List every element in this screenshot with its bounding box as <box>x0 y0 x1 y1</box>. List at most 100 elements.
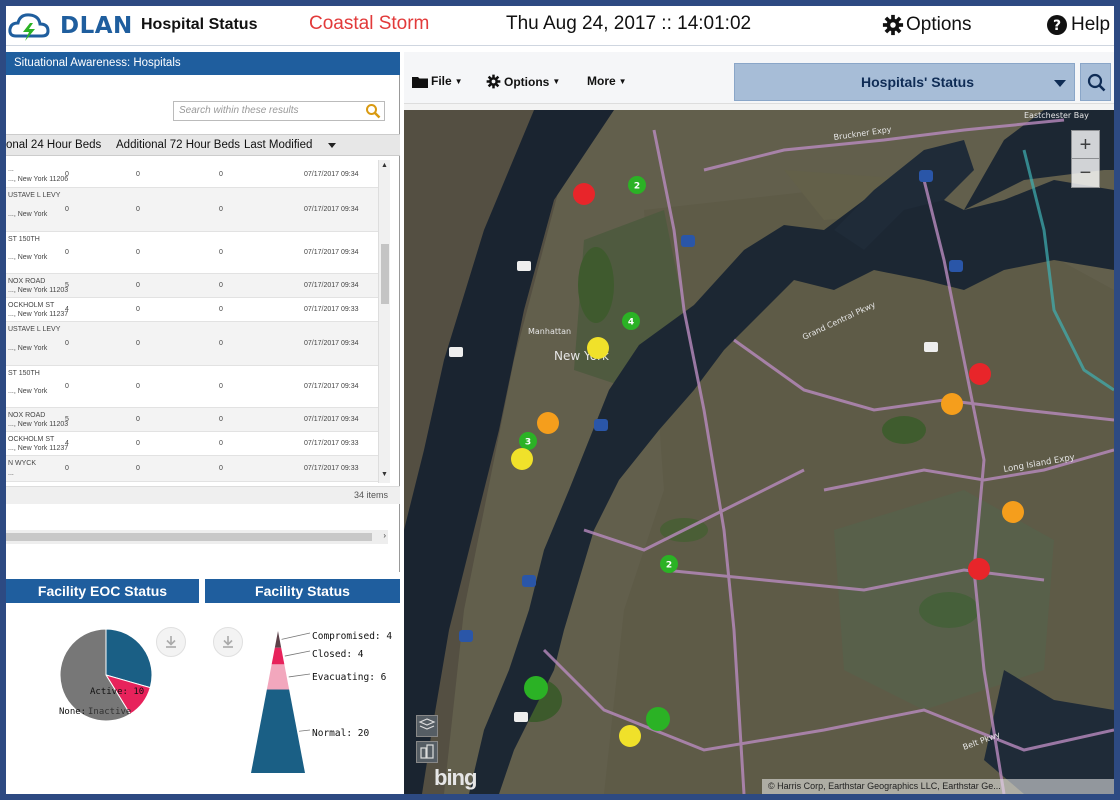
hospital-marker-red[interactable] <box>968 558 990 580</box>
hospital-marker-yellow[interactable] <box>619 725 641 747</box>
hospital-marker-red[interactable] <box>573 183 595 205</box>
panel-title: Situational Awareness: Hospitals <box>6 52 400 75</box>
app-frame: DLAN Hospital Status Coastal Storm Thu A… <box>6 6 1114 794</box>
scroll-down-icon[interactable]: ▼ <box>381 471 388 478</box>
row-facility-name: USTAVE L LEVY <box>8 326 61 333</box>
row-last-modified: 07/17/2017 09:33 <box>304 465 359 472</box>
table-horizontal-scrollbar[interactable]: › <box>6 530 388 544</box>
row-24hr-beds: 5 <box>65 416 69 423</box>
table-row[interactable]: NOX ROAD..., New York 11203 5 0 0 07/17/2017… <box>6 274 378 298</box>
map-options-menu[interactable]: Options ▼ <box>486 74 560 89</box>
table-row[interactable]: ST 150TH ..., New York 0 0 0 07/17/2017 09:34 <box>6 232 378 274</box>
row-facility-address: ..., New York 11203 <box>8 421 69 428</box>
funnel-label-normal: Normal: 20 <box>312 728 369 739</box>
table-row[interactable]: OCKHOLM ST..., New York 11237 4 0 0 07/17/20… <box>6 298 378 322</box>
row-72hr-beds: 0 <box>136 440 140 447</box>
table-row[interactable]: USTAVE L LEVY ..., New York 0 0 0 07/17/2017 … <box>6 188 378 232</box>
funnel-segment-compromised[interactable] <box>274 631 282 648</box>
row-72hr-beds: 0 <box>136 340 140 347</box>
map-type-road-button[interactable] <box>416 715 438 737</box>
hospital-marker-green[interactable] <box>646 707 670 731</box>
gear-icon <box>486 74 501 89</box>
funnel-segment-evacuating[interactable] <box>266 664 290 690</box>
cloud-lightning-icon <box>8 13 50 41</box>
eoc-status-card: Facility EOC Status Active: 10 None: Ina… <box>6 579 199 794</box>
col-24hr-beds[interactable]: onal 24 Hour Beds <box>6 139 101 151</box>
table-row[interactable]: USTAVE L LEVY ..., New York 0 0 0 07/17/2017 … <box>6 322 378 366</box>
row-extra-beds: 0 <box>219 340 223 347</box>
hospital-marker-green[interactable] <box>524 676 548 700</box>
zoom-out-button[interactable]: − <box>1072 159 1099 187</box>
file-menu[interactable]: File ▼ <box>412 74 463 88</box>
page-title: Hospital Status <box>141 16 258 33</box>
help-menu[interactable]: ? Help <box>1046 12 1110 38</box>
funnel-segment-normal[interactable] <box>251 689 305 773</box>
row-last-modified: 07/17/2017 09:34 <box>304 249 359 256</box>
col-last-modified[interactable]: Last Modified <box>244 139 312 151</box>
col-72hr-beds[interactable]: Additional 72 Hour Beds <box>116 139 240 151</box>
funnel-segment-closed[interactable] <box>271 647 285 665</box>
hospital-marker-orange[interactable] <box>537 412 559 434</box>
search-icon[interactable] <box>365 103 381 119</box>
map-label-manhattan: Manhattan <box>528 327 571 336</box>
map-canvas[interactable]: New York Manhattan Long Island Expy East… <box>404 110 1114 794</box>
row-facility-address: ..., New York 11237 <box>8 311 69 318</box>
dropdown-caret-icon: ▼ <box>454 76 463 86</box>
row-extra-beds: 0 <box>219 206 223 213</box>
sort-caret-icon[interactable] <box>328 143 336 148</box>
row-last-modified: 07/17/2017 09:34 <box>304 282 359 289</box>
eoc-card-title: Facility EOC Status <box>6 579 199 603</box>
table-row[interactable]: ST 150TH ..., New York 0 0 0 07/17/2017 09:34 <box>6 366 378 408</box>
table-header: onal 24 Hour Beds Additional 72 Hour Bed… <box>6 134 400 156</box>
map-attribution: © Harris Corp, Earthstar Geographics LLC… <box>762 779 1114 794</box>
table-row[interactable]: NOX ROAD..., New York 11203 5 0 0 07/17/2017… <box>6 408 378 432</box>
scroll-up-icon[interactable]: ▲ <box>381 162 388 169</box>
hospital-marker-red[interactable] <box>969 363 991 385</box>
row-24hr-beds: 0 <box>65 383 69 390</box>
table-row[interactable]: ......, New York 11206 0 0 0 07/17/2017 09:3… <box>6 162 378 188</box>
row-last-modified: 07/17/2017 09:34 <box>304 340 359 347</box>
row-72hr-beds: 0 <box>136 282 140 289</box>
row-24hr-beds: 5 <box>65 282 69 289</box>
hospitals-panel: Situational Awareness: Hospitals Search … <box>6 52 400 572</box>
dlan-logo[interactable]: DLAN <box>8 10 138 42</box>
bing-logo: bing <box>434 765 477 790</box>
brand-name: DLAN <box>60 13 133 39</box>
row-facility-address: ..., New York <box>8 388 48 395</box>
row-facility-address: ..., New York <box>8 254 48 261</box>
search-placeholder: Search within these results <box>179 105 299 116</box>
scroll-right-icon[interactable]: › <box>383 531 386 540</box>
satellite-map[interactable]: New York Manhattan Long Island Expy East… <box>404 110 1114 794</box>
row-last-modified: 07/17/2017 09:34 <box>304 383 359 390</box>
hospital-marker-yellow[interactable] <box>511 448 533 470</box>
row-facility-name: ST 150TH <box>8 236 40 243</box>
zoom-in-button[interactable]: + <box>1072 131 1099 159</box>
map-search-button[interactable] <box>1080 63 1111 101</box>
hospital-marker-yellow[interactable] <box>587 337 609 359</box>
hospital-marker-orange[interactable] <box>941 393 963 415</box>
results-search-input[interactable]: Search within these results <box>173 101 385 121</box>
eoc-pie-chart: Active: 10 None: Inactive <box>59 628 153 722</box>
more-menu[interactable]: More ▼ <box>587 74 627 88</box>
facility-card-title: Facility Status <box>205 579 400 603</box>
row-last-modified: 07/17/2017 09:34 <box>304 416 359 423</box>
row-last-modified: 07/17/2017 09:33 <box>304 440 359 447</box>
table-row[interactable]: N WYCK... 0 0 0 07/17/2017 09:33 <box>6 456 378 482</box>
options-menu[interactable]: Options <box>882 12 971 38</box>
park <box>919 592 979 628</box>
row-72hr-beds: 0 <box>136 465 140 472</box>
table-row[interactable]: OCKHOLM ST..., New York 11237 4 0 0 07/17/20… <box>6 432 378 456</box>
row-24hr-beds: 0 <box>65 465 69 472</box>
row-facility-address: ..., New York <box>8 211 48 218</box>
scrollbar-thumb[interactable] <box>381 244 389 304</box>
hscroll-thumb[interactable] <box>6 533 372 541</box>
layer-select[interactable]: Hospitals' Status <box>734 63 1075 101</box>
row-facility-address: ..., New York 11203 <box>8 287 69 294</box>
pie-label-inactive: Inactive <box>88 707 131 717</box>
gear-icon <box>882 14 904 36</box>
row-facility-name: USTAVE L LEVY <box>8 192 61 199</box>
hospital-marker-orange[interactable] <box>1002 501 1024 523</box>
help-label: Help <box>1071 14 1111 35</box>
table-vertical-scrollbar[interactable]: ▲ ▼ <box>378 160 390 483</box>
map-type-birdseye-button[interactable] <box>416 741 438 763</box>
